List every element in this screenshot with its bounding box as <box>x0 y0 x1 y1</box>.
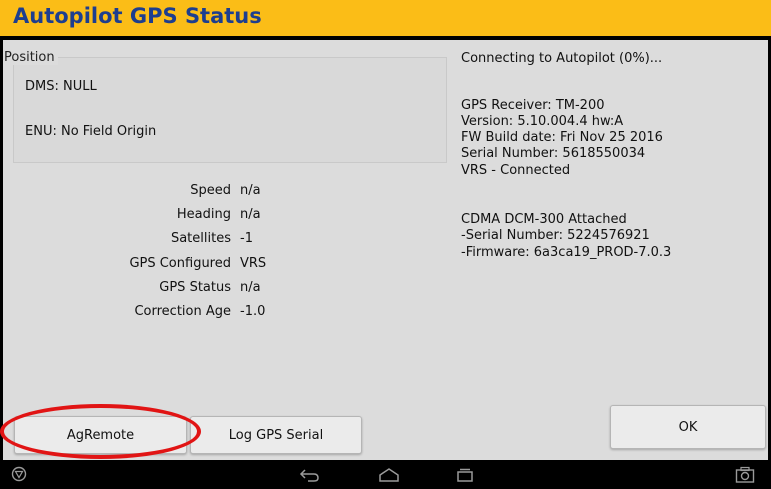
enu-value: ENU: No Field Origin <box>25 124 157 139</box>
speed-value: n/a <box>240 183 261 198</box>
status-panel: Position DMS: NULL ENU: No Field Origin … <box>3 40 768 460</box>
gps-configured-label: GPS Configured <box>129 256 231 271</box>
receiver-version: Version: 5.10.004.4 hw:A <box>461 114 624 129</box>
modem-serial: -Serial Number: 5224576921 <box>461 228 650 243</box>
speed-label: Speed <box>190 183 231 198</box>
vrs-status: VRS - Connected <box>461 163 571 178</box>
android-nav-bar <box>0 461 771 489</box>
log-gps-serial-button[interactable]: Log GPS Serial <box>190 416 362 454</box>
satellites-label: Satellites <box>170 231 231 246</box>
modem-firmware: -Firmware: 6a3ca19_PROD-7.0.3 <box>461 245 672 260</box>
ok-button[interactable]: OK <box>610 405 766 449</box>
recent-apps-icon[interactable] <box>455 467 475 483</box>
gps-status-value: n/a <box>240 280 261 295</box>
connection-status: Connecting to Autopilot (0%)... <box>461 51 663 66</box>
receiver-build-date: FW Build date: Fri Nov 25 2016 <box>461 130 663 145</box>
heading-value: n/a <box>240 207 261 222</box>
correction-age-value: -1.0 <box>240 304 266 319</box>
satellites-value: -1 <box>240 231 253 246</box>
correction-age-label: Correction Age <box>134 304 231 319</box>
modem-attached: CDMA DCM-300 Attached <box>461 212 627 227</box>
position-group <box>13 57 447 163</box>
dms-value: DMS: NULL <box>25 79 97 94</box>
screenshot-icon[interactable] <box>735 466 755 484</box>
gps-status-label: GPS Status <box>159 280 231 295</box>
window-title: Autopilot GPS Status <box>13 4 262 28</box>
heading-label: Heading <box>176 207 231 222</box>
gps-configured-value: VRS <box>240 256 267 271</box>
home-icon[interactable] <box>378 467 400 483</box>
annotation-circle <box>0 404 201 459</box>
trimble-logo-icon <box>11 466 27 482</box>
receiver-serial: Serial Number: 5618550034 <box>461 146 646 161</box>
position-group-label: Position <box>4 50 58 65</box>
receiver-model: GPS Receiver: TM-200 <box>461 98 605 113</box>
title-bar: Autopilot GPS Status <box>0 0 771 36</box>
back-icon[interactable] <box>299 467 321 483</box>
